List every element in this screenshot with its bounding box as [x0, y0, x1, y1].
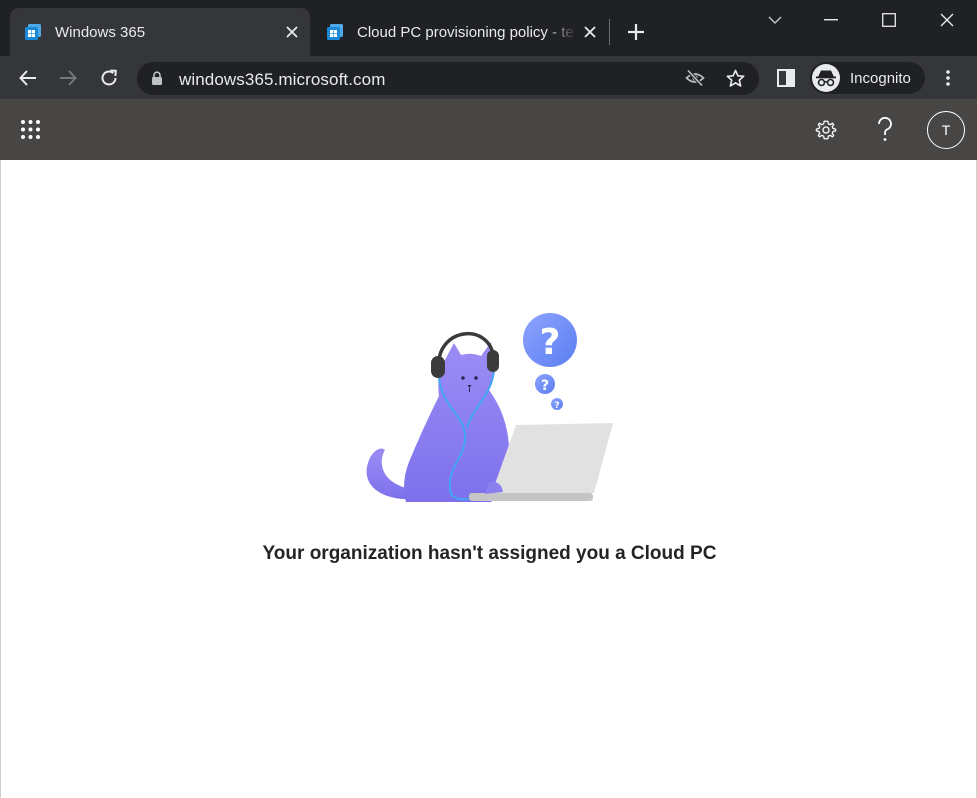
new-tab-plus-icon[interactable]: [622, 18, 650, 46]
tab-close-icon[interactable]: [578, 20, 602, 44]
avatar-initial: T: [941, 122, 951, 138]
app-launcher-icon[interactable]: [20, 119, 41, 145]
cat-with-headphones-laptop-illustration: ? ? ?: [366, 313, 613, 502]
browser-toolbar: windows365.microsoft.com Incognito: [0, 56, 977, 100]
windows365-favicon-icon: [24, 23, 42, 41]
side-panel-icon[interactable]: [770, 62, 802, 94]
forward-arrow-icon[interactable]: [52, 62, 84, 94]
incognito-profile-button[interactable]: Incognito: [810, 62, 925, 94]
tab-windows-365[interactable]: Windows 365: [10, 8, 310, 56]
app-header: T: [0, 100, 977, 160]
settings-gear-icon[interactable]: [815, 119, 837, 146]
user-avatar[interactable]: T: [927, 111, 965, 149]
address-url[interactable]: windows365.microsoft.com: [179, 70, 385, 90]
back-arrow-icon[interactable]: [12, 62, 44, 94]
bookmark-star-icon[interactable]: [726, 69, 745, 93]
reload-icon[interactable]: [93, 62, 125, 94]
no-cloud-pc-message: Your organization hasn't assigned you a …: [262, 543, 717, 564]
help-icon[interactable]: [876, 116, 894, 148]
windows365-favicon-icon: [326, 23, 344, 41]
browser-menu-dots-icon[interactable]: [932, 62, 964, 94]
tab-title: Cloud PC provisioning policy - te: [357, 23, 574, 41]
tab-close-icon[interactable]: [280, 20, 304, 44]
tab-search-chevron-icon[interactable]: [761, 6, 789, 34]
minimize-icon[interactable]: [817, 6, 845, 34]
main-content: ? ? ? Your organization hasn't assigned …: [0, 160, 977, 798]
incognito-icon: [812, 64, 840, 92]
tracking-eye-off-icon[interactable]: [685, 69, 705, 92]
svg-text:?: ?: [554, 401, 559, 411]
svg-text:?: ?: [540, 322, 561, 363]
lock-icon[interactable]: [151, 71, 163, 91]
browser-titlebar: Windows 365 Cloud PC provisioning policy…: [0, 0, 977, 56]
incognito-label: Incognito: [850, 69, 911, 87]
maximize-icon[interactable]: [875, 6, 903, 34]
svg-text:?: ?: [541, 378, 549, 394]
tab-title: Windows 365: [55, 23, 146, 41]
tab-separator: [609, 19, 610, 45]
tab-cloud-pc-provisioning-policy[interactable]: Cloud PC provisioning policy - te: [312, 8, 608, 56]
window-close-icon[interactable]: [933, 6, 961, 34]
address-bar[interactable]: windows365.microsoft.com: [137, 62, 759, 95]
